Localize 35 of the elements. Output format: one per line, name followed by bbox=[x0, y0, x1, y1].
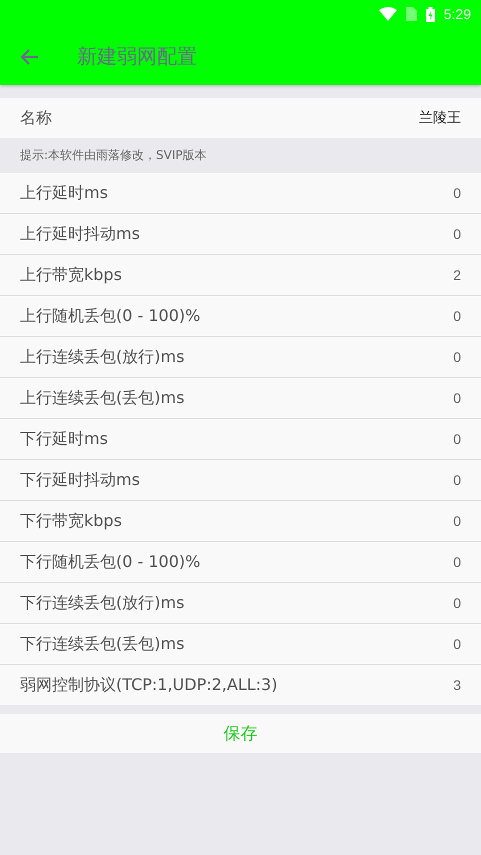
page-title: 新建弱网配置 bbox=[77, 43, 197, 70]
field-label: 上行连续丢包(丢包)ms bbox=[20, 388, 184, 408]
field-value[interactable]: 0 bbox=[453, 390, 461, 406]
field-label: 下行连续丢包(放行)ms bbox=[20, 592, 184, 614]
field-value[interactable]: 0 bbox=[453, 349, 461, 365]
field-value[interactable]: 0 bbox=[453, 513, 461, 529]
field-value[interactable]: 3 bbox=[453, 677, 461, 693]
field-value[interactable]: 2 bbox=[453, 267, 461, 283]
back-arrow-icon[interactable] bbox=[21, 48, 39, 64]
field-label: 弱网控制协议(TCP:1,UDP:2,ALL:3) bbox=[20, 674, 278, 696]
field-label: 上行延时ms bbox=[20, 182, 108, 204]
field-value[interactable]: 0 bbox=[453, 226, 461, 242]
field-label: 下行带宽kbps bbox=[20, 510, 122, 532]
field-value[interactable]: 0 bbox=[453, 595, 461, 611]
hint-text: 提示:本软件由雨落修改，SVIP版本 bbox=[20, 147, 207, 164]
field-value[interactable]: 0 bbox=[453, 185, 461, 201]
field-value[interactable]: 0 bbox=[453, 636, 461, 652]
field-label: 名称 bbox=[20, 108, 52, 128]
field-label: 下行随机丢包(0 - 100)% bbox=[20, 552, 200, 572]
status-time: 5:29 bbox=[444, 6, 471, 22]
wifi-icon bbox=[378, 7, 397, 21]
field-label: 上行连续丢包(放行)ms bbox=[20, 346, 184, 368]
name-value[interactable]: 兰陵王 bbox=[419, 109, 461, 127]
field-label: 下行连续丢包(丢包)ms bbox=[20, 634, 184, 654]
field-value[interactable]: 0 bbox=[453, 308, 461, 324]
field-value[interactable]: 0 bbox=[453, 431, 461, 447]
field-label: 下行延时抖动ms bbox=[20, 470, 140, 490]
field-label: 上行随机丢包(0 - 100)% bbox=[20, 306, 200, 326]
field-label: 下行延时ms bbox=[20, 428, 108, 450]
field-label: 上行带宽kbps bbox=[20, 264, 122, 286]
battery-icon bbox=[426, 6, 435, 22]
field-value[interactable]: 0 bbox=[453, 554, 461, 570]
no-sim-icon bbox=[406, 7, 417, 21]
field-label: 上行延时抖动ms bbox=[20, 224, 140, 244]
field-value[interactable]: 0 bbox=[453, 472, 461, 488]
